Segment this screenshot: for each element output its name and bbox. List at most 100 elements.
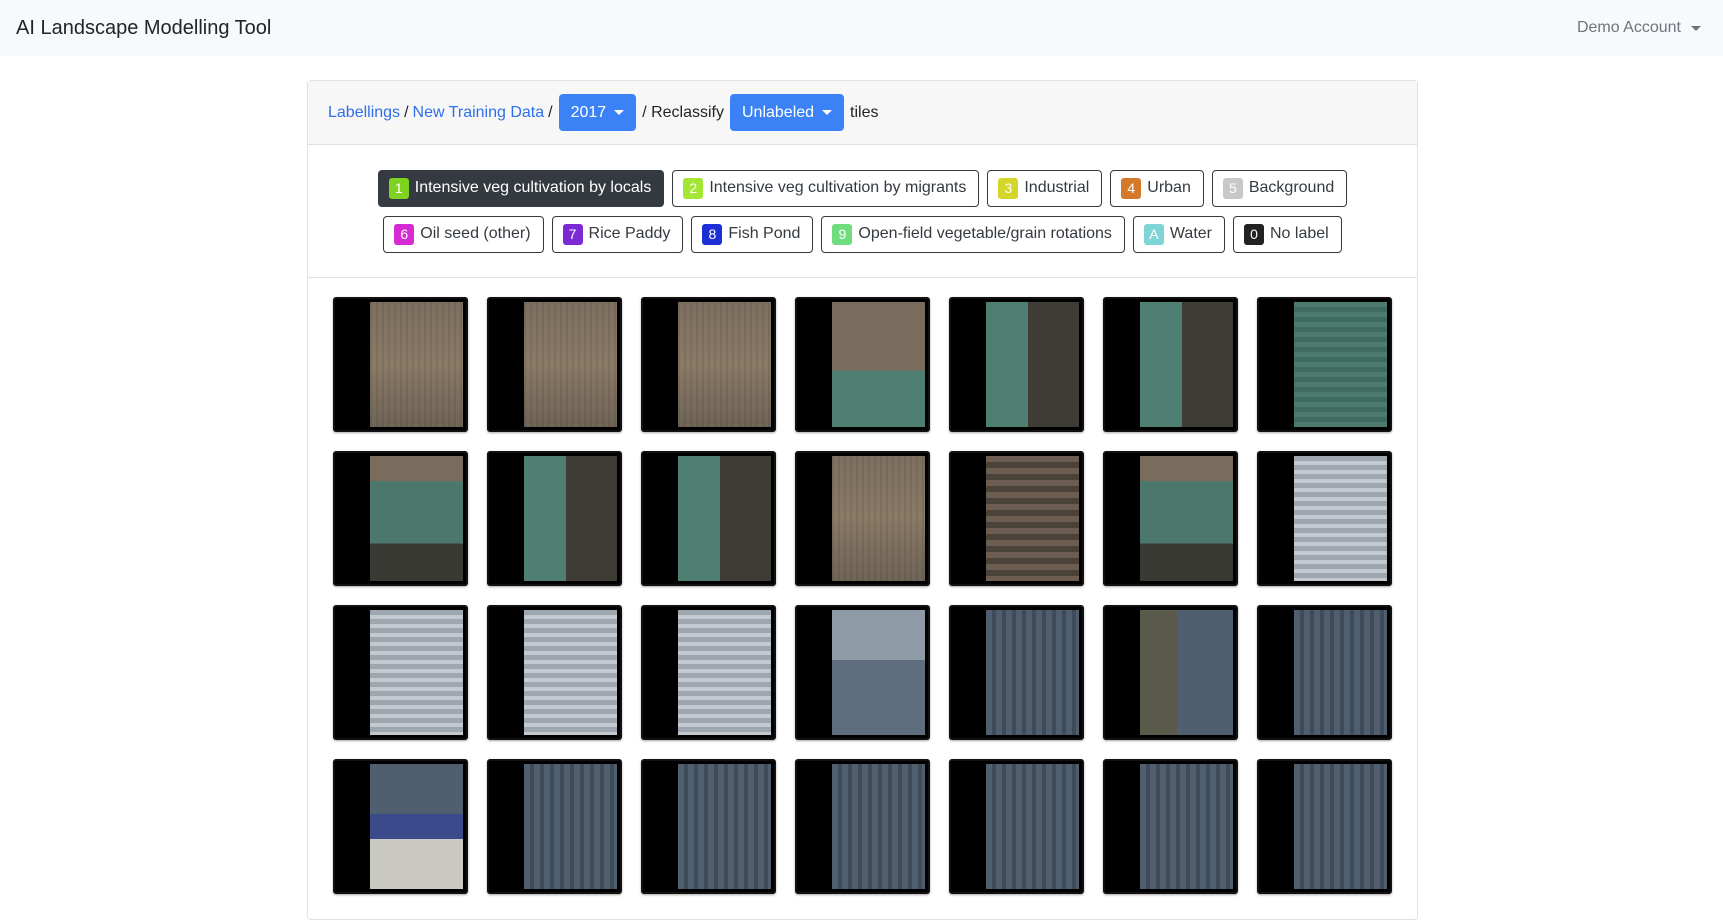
label-name: Intensive veg cultivation by migrants bbox=[709, 179, 967, 196]
tile-thumbnail[interactable] bbox=[1103, 297, 1238, 432]
label-button-A[interactable]: A Water bbox=[1132, 215, 1225, 253]
tile-thumbnail[interactable] bbox=[333, 605, 468, 740]
tile-thumbnail[interactable] bbox=[795, 759, 930, 894]
label-name: Background bbox=[1248, 179, 1335, 196]
aerial-tile-image bbox=[524, 764, 617, 889]
tile-thumbnail[interactable] bbox=[795, 451, 930, 586]
label-key-badge: 1 bbox=[388, 177, 409, 199]
label-name: Oil seed (other) bbox=[420, 225, 531, 242]
tile-thumbnail[interactable] bbox=[795, 605, 930, 740]
breadcrumb-suffix: tiles bbox=[850, 103, 879, 121]
aerial-tile-image bbox=[986, 764, 1079, 889]
tile-thumbnail[interactable] bbox=[1257, 605, 1392, 740]
tile-thumbnail[interactable] bbox=[333, 297, 468, 432]
aerial-tile-image bbox=[986, 610, 1079, 735]
tile-thumbnail[interactable] bbox=[949, 759, 1084, 894]
tile-thumbnail[interactable] bbox=[641, 759, 776, 894]
aerial-tile-image bbox=[678, 456, 771, 581]
year-value: 2017 bbox=[570, 103, 607, 121]
aerial-tile-image bbox=[1140, 610, 1233, 735]
tile-thumbnail[interactable] bbox=[487, 297, 622, 432]
label-key-badge: 6 bbox=[394, 223, 415, 245]
label-row: 6 Oil seed (other) 7 Rice Paddy 8 Fish Pond 9 O… bbox=[383, 215, 1342, 253]
filter-value: Unlabeled bbox=[741, 103, 815, 121]
tile-thumbnail[interactable] bbox=[1257, 759, 1392, 894]
tile-thumbnail[interactable] bbox=[333, 759, 468, 894]
label-button-1[interactable]: 1 Intensive veg cultivation by locals bbox=[377, 169, 665, 207]
tile-thumbnail[interactable] bbox=[487, 451, 622, 586]
label-button-3[interactable]: 3 Industrial bbox=[987, 169, 1103, 207]
tile-thumbnail[interactable] bbox=[1103, 605, 1238, 740]
label-button-2[interactable]: 2 Intensive veg cultivation by migrants bbox=[672, 169, 980, 207]
tile-thumbnail[interactable] bbox=[1257, 297, 1392, 432]
label-key-badge: 2 bbox=[683, 177, 704, 199]
aerial-tile-image bbox=[1294, 456, 1387, 581]
aerial-tile-image bbox=[986, 302, 1079, 427]
aerial-tile-image bbox=[1140, 456, 1233, 581]
chevron-down-icon bbox=[822, 110, 833, 115]
tile-thumbnail[interactable] bbox=[949, 451, 1084, 586]
aerial-tile-image bbox=[678, 764, 771, 889]
app-title[interactable]: AI Landscape Modelling Tool bbox=[16, 17, 271, 40]
aerial-tile-image bbox=[370, 764, 463, 889]
tile-thumbnail[interactable] bbox=[949, 605, 1084, 740]
aerial-tile-image bbox=[524, 456, 617, 581]
breadcrumb-labellings-link[interactable]: Labellings bbox=[328, 104, 400, 122]
aerial-tile-image bbox=[370, 302, 463, 427]
label-button-4[interactable]: 4 Urban bbox=[1110, 169, 1204, 207]
labelling-card: Labellings / New Training Data / 2017 / … bbox=[307, 80, 1418, 920]
breadcrumb-training-link[interactable]: New Training Data bbox=[413, 104, 545, 122]
aerial-tile-image bbox=[832, 764, 925, 889]
label-key-badge: 8 bbox=[702, 223, 723, 245]
tile-thumbnail[interactable] bbox=[1103, 759, 1238, 894]
label-button-0[interactable]: 0 No label bbox=[1233, 215, 1342, 253]
label-key-badge: 5 bbox=[1222, 177, 1243, 199]
aerial-tile-image bbox=[524, 302, 617, 427]
aerial-tile-image bbox=[1294, 764, 1387, 889]
tile-thumbnail[interactable] bbox=[487, 759, 622, 894]
aerial-tile-image bbox=[370, 456, 463, 581]
account-name: Demo Account bbox=[1576, 19, 1681, 36]
label-button-6[interactable]: 6 Oil seed (other) bbox=[383, 215, 544, 253]
label-row: 1 Intensive veg cultivation by locals 2 Int… bbox=[377, 169, 1348, 207]
tile-grid bbox=[333, 297, 1392, 894]
filter-dropdown-button[interactable]: Unlabeled bbox=[729, 94, 845, 131]
tile-thumbnail[interactable] bbox=[641, 451, 776, 586]
tile-thumbnail[interactable] bbox=[1103, 451, 1238, 586]
aerial-tile-image bbox=[832, 456, 925, 581]
tile-thumbnail[interactable] bbox=[949, 297, 1084, 432]
label-button-8[interactable]: 8 Fish Pond bbox=[691, 215, 814, 253]
label-button-9[interactable]: 9 Open-field vegetable/grain rotations bbox=[821, 215, 1125, 253]
aerial-tile-image bbox=[1140, 302, 1233, 427]
aerial-tile-image bbox=[678, 610, 771, 735]
year-dropdown-button[interactable]: 2017 bbox=[558, 94, 637, 131]
aerial-tile-image bbox=[832, 302, 925, 427]
tile-thumbnail[interactable] bbox=[1257, 451, 1392, 586]
aerial-tile-image bbox=[370, 610, 463, 735]
tile-thumbnail[interactable] bbox=[487, 605, 622, 740]
label-button-7[interactable]: 7 Rice Paddy bbox=[551, 215, 684, 253]
label-name: Intensive veg cultivation by locals bbox=[414, 179, 652, 196]
label-key-badge: A bbox=[1143, 223, 1164, 245]
tile-thumbnail[interactable] bbox=[641, 605, 776, 740]
label-key-badge: 9 bbox=[832, 223, 853, 245]
account-dropdown[interactable]: Demo Account bbox=[1577, 19, 1701, 37]
tile-thumbnail[interactable] bbox=[641, 297, 776, 432]
label-button-5[interactable]: 5 Background bbox=[1211, 169, 1348, 207]
label-key-badge: 0 bbox=[1244, 223, 1264, 245]
breadcrumb-separator: / bbox=[548, 103, 553, 121]
tile-thumbnail[interactable] bbox=[795, 297, 930, 432]
label-name: Urban bbox=[1147, 179, 1191, 196]
breadcrumb-separator: / bbox=[404, 103, 409, 121]
breadcrumb-reclassify: / Reclassify bbox=[642, 103, 724, 121]
label-name: Open-field vegetable/grain rotations bbox=[858, 225, 1112, 242]
aerial-tile-image bbox=[524, 610, 617, 735]
tile-thumbnail[interactable] bbox=[333, 451, 468, 586]
aerial-tile-image bbox=[678, 302, 771, 427]
label-name: No label bbox=[1270, 225, 1329, 242]
aerial-tile-image bbox=[1140, 764, 1233, 889]
chevron-down-icon bbox=[614, 110, 625, 115]
label-name: Rice Paddy bbox=[588, 225, 671, 242]
label-key-badge: 3 bbox=[998, 177, 1019, 199]
breadcrumb: Labellings / New Training Data / 2017 / … bbox=[308, 81, 1417, 145]
